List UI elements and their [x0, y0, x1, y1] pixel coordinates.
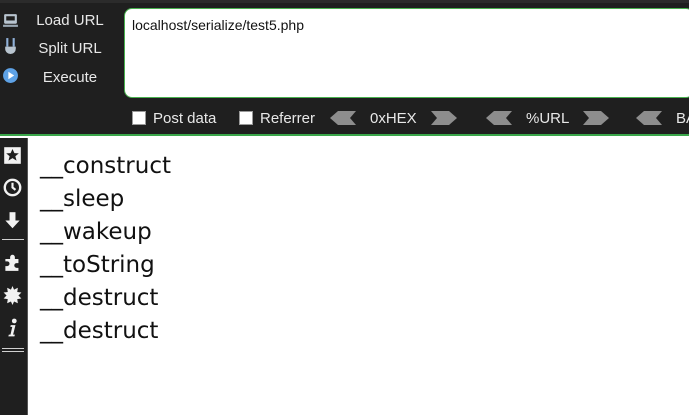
referrer-option[interactable]: Referrer: [239, 108, 315, 128]
url-label: %URL: [526, 109, 570, 127]
hex-decode-arrow-icon[interactable]: [330, 111, 356, 125]
output-line: __destruct: [40, 285, 159, 311]
referrer-checkbox[interactable]: [239, 111, 253, 125]
base64-encoder: BA: [636, 109, 689, 127]
info-icon[interactable]: [1, 316, 23, 338]
download-arrow-icon[interactable]: [1, 209, 23, 231]
url-textarea[interactable]: [124, 8, 689, 98]
output-line: __toString: [40, 252, 155, 278]
output-line: __sleep: [40, 186, 125, 212]
base64-label: BA: [676, 109, 689, 127]
url-input[interactable]: [132, 15, 672, 35]
execute-icon[interactable]: [1, 66, 19, 84]
sidebar-separator: [2, 351, 24, 352]
hex-encode-arrow-icon[interactable]: [430, 111, 457, 125]
hackbar-toolbar: Load URL Split URL Execute Post data Ref…: [0, 0, 689, 136]
load-url-button[interactable]: Load URL: [30, 9, 110, 33]
load-url-icon[interactable]: [1, 11, 19, 29]
split-url-icon[interactable]: [1, 36, 19, 54]
url-decode-arrow-icon[interactable]: [486, 111, 512, 125]
post-data-label: Post data: [153, 109, 217, 127]
base64-decode-arrow-icon[interactable]: [636, 111, 662, 125]
post-data-option[interactable]: Post data: [132, 108, 216, 128]
referrer-label: Referrer: [260, 109, 316, 127]
sidebar-separator: [2, 348, 24, 349]
addons-puzzle-icon[interactable]: [1, 251, 23, 273]
hex-label: 0xHEX: [370, 109, 417, 127]
post-data-checkbox[interactable]: [132, 111, 146, 125]
output-line: __construct: [40, 153, 171, 179]
sidebar: [0, 138, 28, 415]
page-output: __construct __sleep __wakeup __toString …: [40, 150, 171, 348]
url-encoder: %URL: [486, 109, 610, 127]
split-url-button[interactable]: Split URL: [30, 37, 110, 61]
sidebar-separator: [2, 239, 24, 240]
toolbar-top-edge: [0, 0, 689, 3]
output-line: __destruct: [40, 318, 159, 344]
bookmark-star-icon[interactable]: [1, 144, 23, 166]
hex-encoder: 0xHEX: [330, 109, 457, 127]
output-line: __wakeup: [40, 219, 152, 245]
history-clock-icon[interactable]: [1, 176, 23, 198]
url-encode-arrow-icon[interactable]: [583, 111, 610, 125]
execute-button[interactable]: Execute: [30, 66, 110, 90]
settings-gear-icon[interactable]: [1, 284, 23, 306]
